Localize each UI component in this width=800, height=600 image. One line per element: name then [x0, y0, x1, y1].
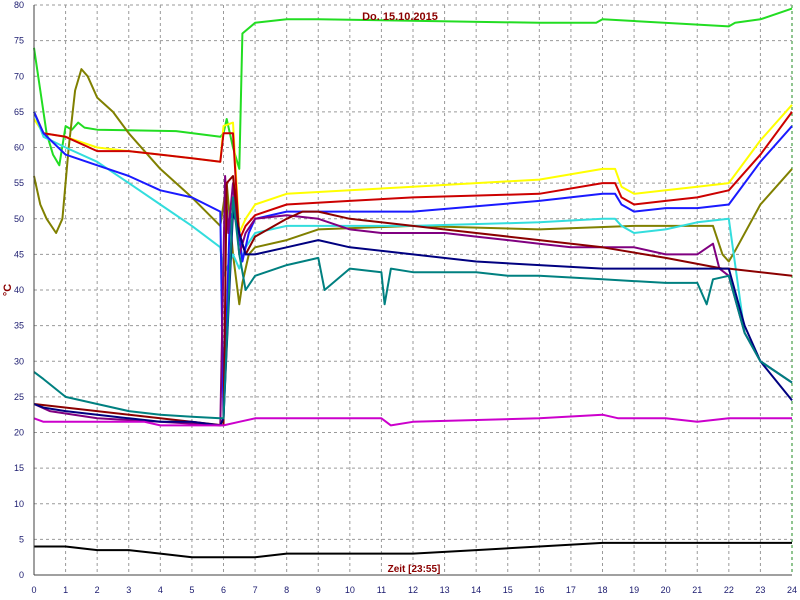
x-tick-label: 16 — [534, 585, 544, 595]
x-tick-label: 4 — [158, 585, 163, 595]
y-tick-label: 50 — [14, 214, 24, 224]
x-tick-label: 14 — [471, 585, 481, 595]
x-tick-label: 19 — [629, 585, 639, 595]
x-tick-label: 8 — [284, 585, 289, 595]
y-tick-label: 30 — [14, 356, 24, 366]
temperature-chart: 0 1 2 3 4 5 6 7 8 9 10 11 12 13 14 15 16 17 18 19 20 21 22 23 24… — [0, 0, 800, 600]
x-tick-label: 2 — [95, 585, 100, 595]
x-tick-label: 10 — [345, 585, 355, 595]
x-tick-label: 13 — [440, 585, 450, 595]
y-tick-label: 10 — [14, 499, 24, 509]
y-tick-label: 5 — [19, 534, 24, 544]
x-tick-label: 11 — [377, 585, 386, 595]
x-tick-label: 9 — [316, 585, 321, 595]
y-tick-label: 40 — [14, 285, 24, 295]
y-tick-label: 65 — [14, 107, 24, 117]
x-tick-label: 17 — [566, 585, 576, 595]
y-tick-label: 80 — [14, 0, 24, 10]
y-tick-label: 0 — [19, 570, 24, 580]
x-tick-label: 7 — [253, 585, 258, 595]
x-tick-label: 5 — [189, 585, 194, 595]
y-tick-label: 75 — [14, 36, 24, 46]
y-tick-label: 55 — [14, 178, 24, 188]
y-tick-label: 60 — [14, 143, 24, 153]
y-tick-label: 20 — [14, 428, 24, 438]
y-tick-label: 35 — [14, 321, 24, 331]
chart-background — [0, 0, 800, 600]
y-tick-label: 25 — [14, 392, 24, 402]
chart-title: Do. 15.10.2015 — [362, 11, 438, 23]
x-tick-label: 1 — [63, 585, 68, 595]
x-tick-label: 23 — [755, 585, 765, 595]
x-tick-label: 21 — [692, 585, 702, 595]
y-tick-label: 70 — [14, 71, 24, 81]
x-tick-label: 18 — [597, 585, 607, 595]
y-axis-label: °C — [2, 284, 14, 296]
y-tick-label: 45 — [14, 249, 24, 259]
x-tick-label: 6 — [221, 585, 226, 595]
x-tick-label: 0 — [31, 585, 36, 595]
x-tick-label: 12 — [408, 585, 418, 595]
x-tick-label: 3 — [126, 585, 131, 595]
x-tick-label: 22 — [724, 585, 734, 595]
y-tick-label: 15 — [14, 463, 24, 473]
x-tick-label: 20 — [661, 585, 671, 595]
x-tick-label: 15 — [503, 585, 513, 595]
x-axis-label: Zeit [23:55] — [388, 564, 441, 575]
x-tick-label: 24 — [787, 585, 797, 595]
